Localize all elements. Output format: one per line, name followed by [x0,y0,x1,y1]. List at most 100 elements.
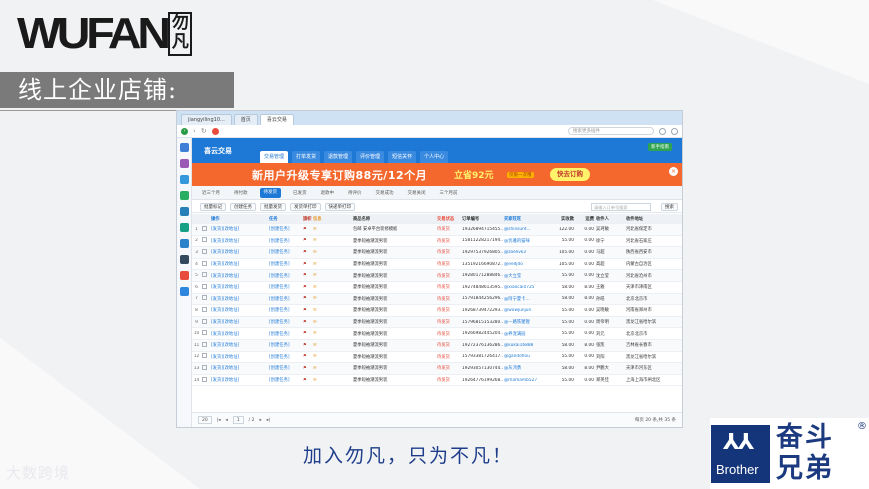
table-row[interactable]: 1 [发货][改地址] [创建任务] ⚑ ✉ 包邮 安卓平台装修模板 待发货 19326894… [192,224,682,236]
chat-icon[interactable] [179,175,189,184]
next-page-icon[interactable]: ▸ [259,418,261,423]
table-row[interactable]: 8 [发货][改地址] [创建任务] ⚑ ✉ 夏季短袖潮流男装 待发货 19268739472… [192,305,682,317]
cell-op[interactable]: [发货][改地址] [210,296,268,302]
cell-op[interactable]: [发货][改地址] [210,365,268,371]
table-row[interactable]: 11 [发货][改地址] [创建任务] ⚑ ✉ 夏季短袖潮流男装 待发货 1927237613… [192,339,682,352]
prev-page-icon[interactable]: ◂ [226,418,228,423]
nav-item[interactable]: 短信关怀 [388,151,417,163]
tab[interactable]: 退款中 [319,190,337,196]
table-row[interactable]: 7 [发货][改地址] [创建任务] ⚑ ✉ 夏季短袖潮流男装 待发货 15791844256… [192,293,682,306]
cell-task[interactable]: [创建任务] [268,273,302,279]
clock-icon[interactable] [179,207,189,216]
cell-op[interactable]: [发货][改地址] [210,377,268,383]
table-row[interactable]: 10 [发货][改地址] [创建任务] ⚑ ✉ 夏季短袖潮流男装 待发货 1926698244… [192,328,682,340]
cell-task[interactable]: [创建任务] [268,284,302,290]
table-row[interactable]: 5 [发货][改地址] [创建任务] ⚑ ✉ 夏季短袖潮流男装 待发货 19280171288… [192,270,682,282]
cell-task[interactable]: [创建任务] [268,331,302,337]
search-button[interactable]: 搜索 [661,202,678,211]
close-icon[interactable]: × [669,167,678,176]
cell-task[interactable]: [创建任务] [268,307,302,313]
table-row[interactable]: 13 [发货][改地址] [创建任务] ⚑ ✉ 夏季短袖潮流男装 待发货 1929305713… [192,363,682,375]
cell-op[interactable]: [发货][改地址] [210,249,268,255]
gift-icon[interactable] [179,271,189,280]
tab[interactable]: 三个月前 [438,190,460,196]
nav-item[interactable]: 评价管理 [356,151,385,163]
cell-buyer[interactable]: @xiaocai0725 [503,285,553,290]
promo-banner[interactable]: 新用户升级专享订购88元/12个月 立省92元 仅限一次哦 快去订购 × [192,163,682,186]
table-row[interactable]: 4 [发货][改地址] [创建任务] ⚑ ✉ 夏季短袖潮流男装 待发货 13519216690… [192,259,682,271]
row-checkbox[interactable] [201,376,210,384]
cell-buyer[interactable]: @一路铁猩猩 [503,319,553,325]
calendar-icon[interactable] [179,287,189,296]
cell-op[interactable]: [发货][改地址] [210,261,268,267]
refresh-icon[interactable]: ↻ [201,127,207,135]
tab[interactable]: 交易关闭 [406,190,428,196]
cell-op[interactable]: [发货][改地址] [210,307,268,313]
cell-task[interactable]: [创建任务] [268,354,302,360]
cell-op[interactable]: [发货][改地址] [210,284,268,290]
checkbox[interactable] [202,248,207,254]
row-checkbox[interactable] [201,260,210,268]
cell-buyer[interactable]: @灰鸿勇 [503,365,553,371]
cell-buyer[interactable]: @大立莹 [503,273,553,279]
cell-buyer[interactable]: @养宠满园 [503,331,553,337]
checkbox[interactable] [202,364,207,370]
tool-icon[interactable] [179,191,189,200]
forward-icon[interactable]: › [193,127,196,135]
checkbox[interactable] [202,318,207,324]
checkbox[interactable] [202,260,207,266]
print-invoice-button[interactable]: 发货单打印 [290,202,321,211]
row-checkbox[interactable] [201,237,210,244]
nav-item[interactable]: 退款管理 [324,151,353,163]
checkbox[interactable] [202,283,207,289]
cell-buyer[interactable]: @gandoflou [503,354,553,359]
cell-op[interactable]: [发货][改地址] [210,331,268,337]
row-checkbox[interactable] [201,295,210,302]
cell-op[interactable]: [发货][改地址] [210,319,268,325]
browser-tab[interactable]: jiangyiling10... [181,114,232,125]
list-icon[interactable] [179,143,189,152]
checkbox[interactable] [202,272,207,278]
plugin-search-input[interactable]: 搜索更多插件 [568,127,654,135]
nav-item[interactable]: 打单发货 [292,151,321,163]
browser-tab[interactable]: 首页 [233,114,258,125]
tab[interactable]: 交易成功 [374,190,396,196]
cell-buyer[interactable]: @zoelivk3 [503,250,553,255]
tab-active[interactable]: 待发货 [259,187,281,198]
shield-icon[interactable] [179,223,189,232]
nav-item[interactable]: 交易管理 [260,151,289,163]
table-row[interactable]: 6 [发货][改地址] [创建任务] ⚑ ✉ 夏季短袖潮流男装 待发货 19274848613… [192,282,682,294]
cell-buyer[interactable]: @阿宁夏卡... [503,296,553,302]
cell-op[interactable]: [发货][改地址] [210,354,268,360]
row-checkbox[interactable] [201,318,210,326]
first-page-icon[interactable]: |◂ [217,418,221,423]
row-checkbox[interactable] [201,225,210,233]
user-icon[interactable] [659,127,666,135]
row-checkbox[interactable] [201,341,210,349]
table-row[interactable]: 2 [发货][改地址] [创建任务] ⚑ ✉ 夏季短袖潮流男装 待发货 15811228217… [192,236,682,248]
table-row[interactable]: 12 [发货][改地址] [创建任务] ⚑ ✉ 夏季短袖潮流男装 待发货 1579338172… [192,352,682,364]
doc-icon[interactable] [179,255,189,264]
create-task-button[interactable]: 创建任务 [230,202,256,211]
nav-item[interactable]: 个人中心 [420,151,449,163]
checkbox[interactable] [202,330,207,336]
back-icon[interactable]: ‹ [181,127,188,135]
last-page-icon[interactable]: ▸| [267,418,271,423]
checkbox[interactable] [202,225,207,231]
page-size-select[interactable]: 20 [198,416,212,424]
row-checkbox[interactable] [201,364,210,372]
cell-task[interactable]: [创建任务] [268,365,302,371]
batch-ship-button[interactable]: 批量发货 [260,202,286,211]
print-waybill-button[interactable]: 快递单打印 [324,202,355,211]
checkbox[interactable] [202,341,207,347]
cell-buyer[interactable]: @kukai16888 [503,343,553,348]
tab[interactable]: 待付款 [232,190,250,196]
row-checkbox[interactable] [201,330,210,337]
cell-op[interactable]: [发货][改地址] [210,238,268,244]
cell-buyer[interactable]: @shinsunt... [503,227,553,232]
cell-task[interactable]: [创建任务] [268,319,302,325]
browser-tab-active[interactable]: 喜云交易 [259,114,294,125]
cell-op[interactable]: [发货][改地址] [210,226,268,232]
checkbox[interactable] [202,295,207,301]
cell-op[interactable]: [发货][改地址] [210,273,268,279]
